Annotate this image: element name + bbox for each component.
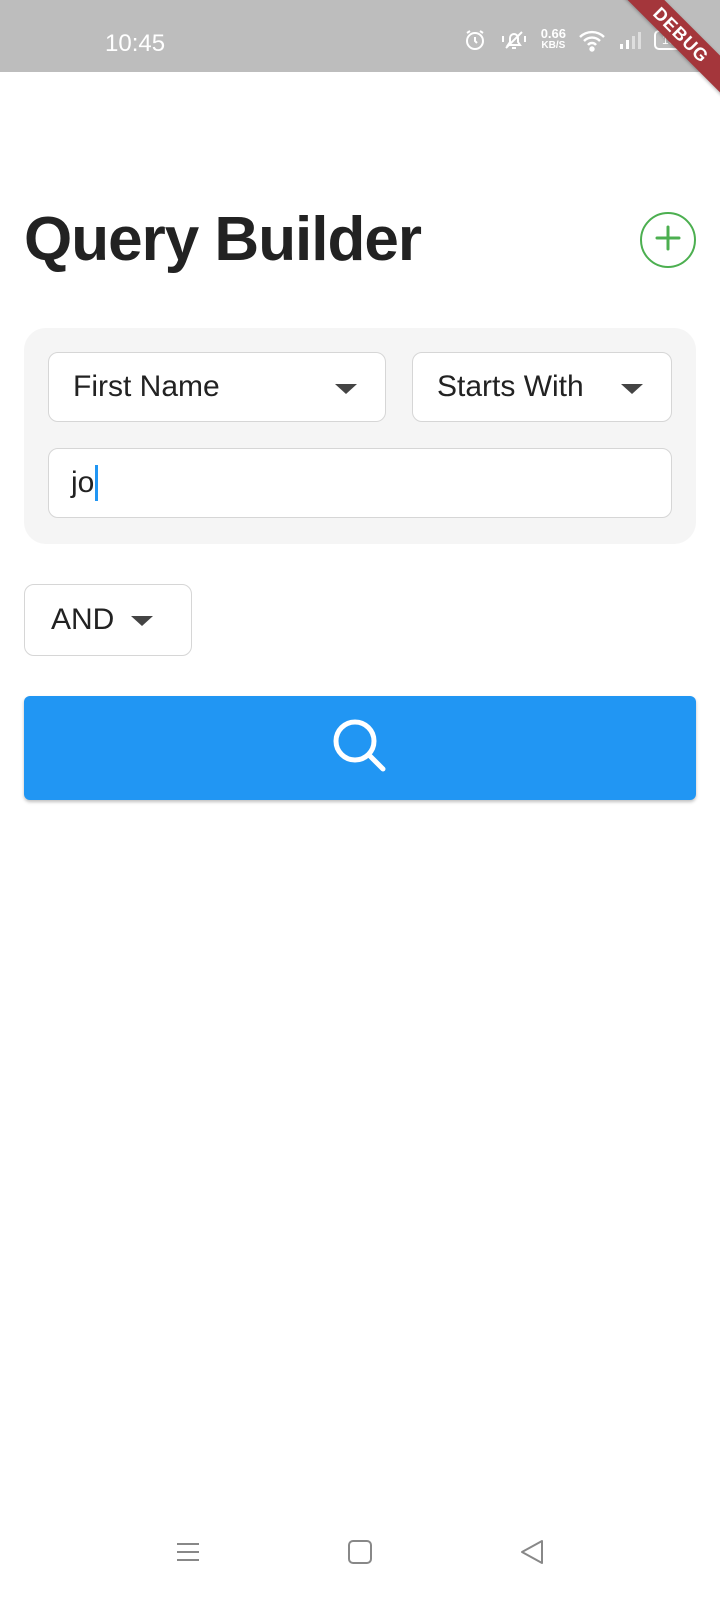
condition-card: First Name Starts With jo [24, 328, 696, 544]
back-button[interactable] [512, 1534, 552, 1574]
logic-operator-value: AND [51, 603, 115, 636]
vibrate-icon [499, 28, 529, 52]
status-time: 10:45 [105, 30, 166, 57]
back-triangle-icon [518, 1538, 546, 1571]
value-input-text: jo [71, 466, 95, 499]
home-square-icon [346, 1538, 374, 1571]
search-button[interactable] [24, 696, 696, 800]
system-nav-bar [0, 1512, 720, 1600]
net-speed-value: 0.66 [540, 26, 566, 41]
menu-icon [174, 1538, 202, 1571]
operator-dropdown-value: Starts With [437, 370, 584, 403]
text-cursor [95, 465, 99, 501]
net-speed: 0.66 KB/S [540, 26, 566, 52]
wifi-icon [578, 28, 606, 52]
search-icon [330, 716, 390, 781]
net-speed-unit: KB/S [541, 40, 566, 51]
signal-icon [618, 28, 642, 52]
home-button[interactable] [340, 1534, 380, 1574]
status-icons: 0.66 KB/S 100 [463, 26, 693, 52]
operator-dropdown[interactable]: Starts With [412, 352, 672, 422]
add-condition-button[interactable] [640, 212, 696, 268]
status-bar: 10:45 0.66 KB/S 100 [0, 0, 720, 72]
field-dropdown[interactable]: First Name [48, 352, 386, 422]
caret-down-icon [131, 616, 153, 626]
value-input[interactable]: jo [48, 448, 672, 518]
field-dropdown-value: First Name [73, 370, 220, 403]
logic-operator-dropdown[interactable]: AND [24, 584, 192, 656]
plus-icon [654, 224, 682, 257]
page-title: Query Builder [24, 205, 422, 274]
recent-apps-button[interactable] [168, 1534, 208, 1574]
caret-down-icon [621, 384, 643, 394]
alarm-icon [463, 28, 487, 52]
caret-down-icon [335, 384, 357, 394]
